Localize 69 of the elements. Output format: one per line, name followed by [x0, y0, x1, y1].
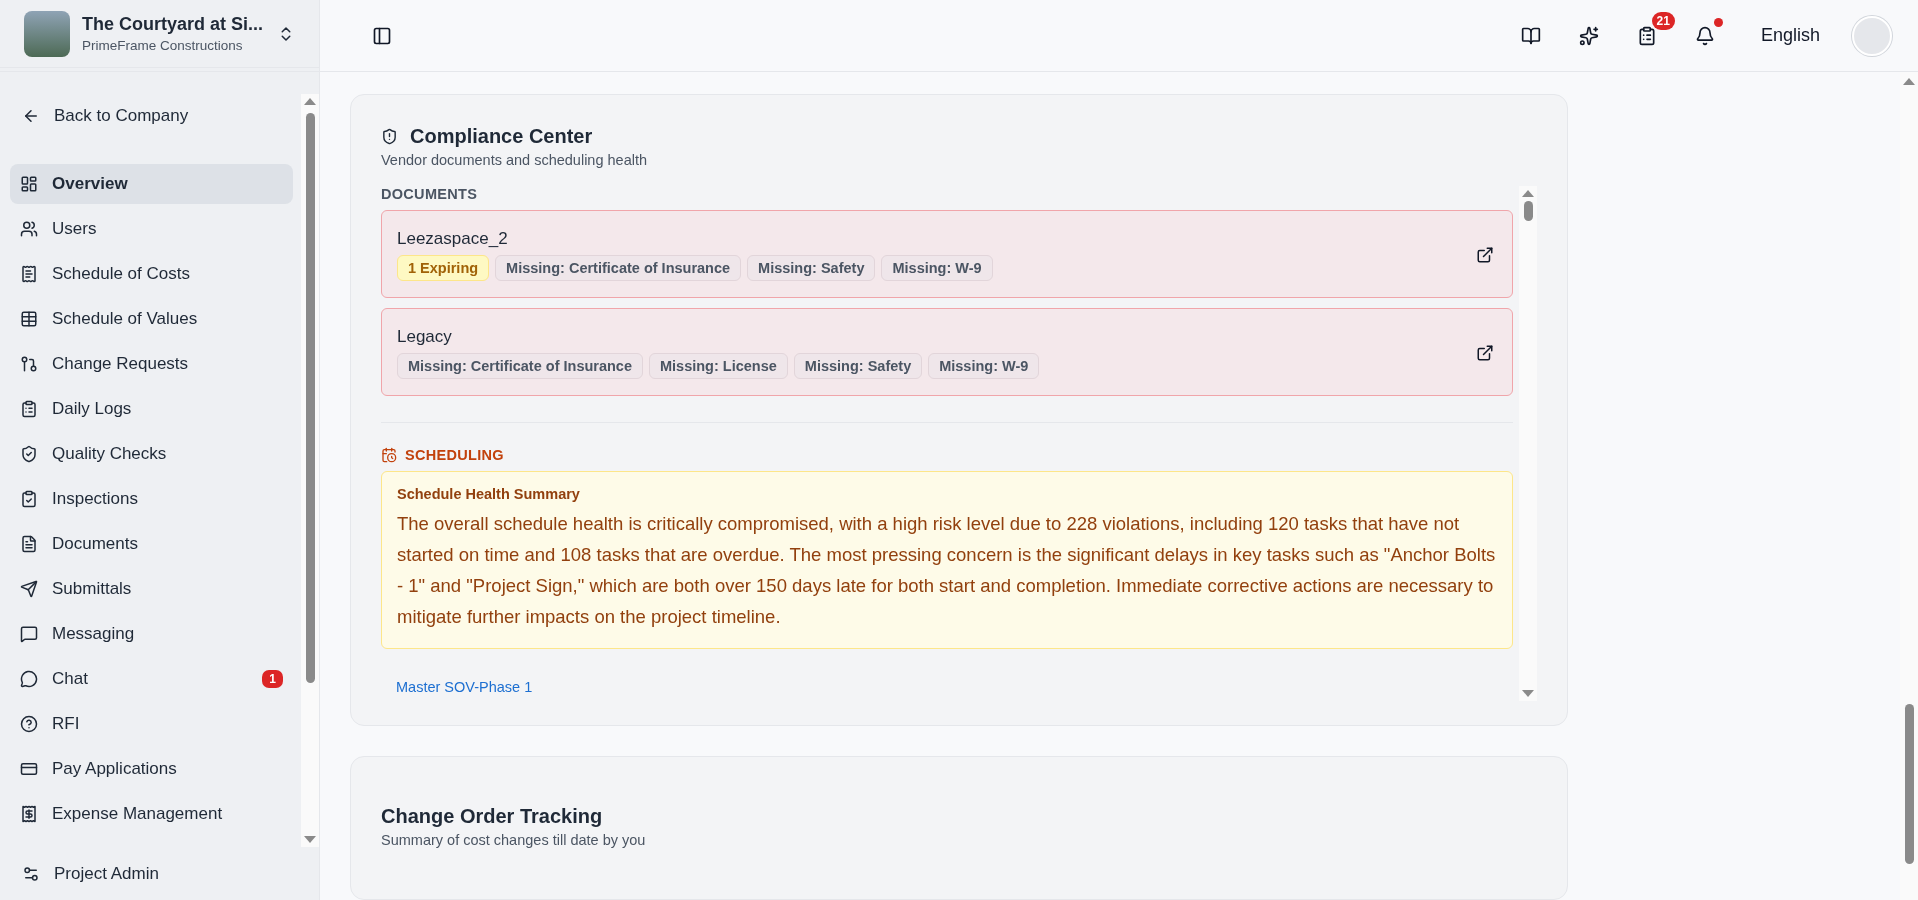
scrollbar[interactable] — [1519, 186, 1537, 701]
vendor-card[interactable]: Leezaspace_2 1 Expiring Missing: Certificate of Insurance Missing: Safety Missing: W-9 — [381, 210, 1513, 298]
nav-icon — [20, 445, 38, 464]
sidebar-item[interactable]: Schedule of Values — [10, 299, 293, 340]
sidebar-item[interactable]: RFI — [10, 704, 293, 745]
nav-icon — [20, 535, 38, 554]
nav-icon — [20, 805, 38, 824]
task-count-badge: 21 — [1651, 11, 1675, 30]
sidebar-item[interactable]: Submittals — [10, 569, 293, 610]
sidebar-item[interactable]: Chat 1 — [10, 659, 293, 700]
card-subtitle: Vendor documents and scheduling health — [381, 152, 649, 168]
sov-link[interactable]: Master SOV-Phase 1 — [396, 679, 1513, 695]
sidebar-item[interactable]: Change Requests — [10, 344, 293, 385]
nav-icon — [20, 715, 38, 734]
language-selector[interactable]: English — [1754, 24, 1826, 47]
nav-icon — [20, 220, 38, 239]
vendor-name: Legacy — [397, 327, 453, 347]
missing-tag: Missing: Safety — [793, 353, 923, 379]
card-subtitle: Summary of cost changes till date by you — [381, 832, 647, 848]
unread-badge: 1 — [262, 670, 283, 689]
nav-icon — [20, 400, 38, 419]
sidebar-item[interactable]: Inspections — [10, 479, 293, 520]
sidebar-item[interactable]: Schedule of Costs — [10, 254, 293, 295]
card-title: Compliance Center — [410, 125, 593, 148]
sidebar-item[interactable]: Documents — [10, 524, 293, 565]
missing-tag: Missing: Certificate of Insurance — [495, 255, 742, 281]
project-photo — [24, 10, 70, 57]
sidebar-item[interactable]: Users — [10, 209, 293, 250]
missing-tag: Missing: W-9 — [928, 353, 1040, 379]
external-link-icon[interactable] — [1476, 344, 1494, 362]
missing-tag: Missing: License — [649, 353, 788, 379]
company-name: PrimeFrame Constructions — [82, 38, 244, 54]
nav-icon — [20, 670, 38, 689]
nav-icon — [20, 355, 38, 374]
section-heading: SCHEDULING — [405, 447, 504, 463]
vendor-name: Leezaspace_2 — [397, 229, 509, 249]
nav-icon — [20, 175, 38, 194]
sidebar-item[interactable]: Messaging — [10, 614, 293, 655]
sidebar-item[interactable]: Pay Applications — [10, 749, 293, 790]
back-link[interactable]: Back to Company — [10, 94, 293, 139]
vendor-card[interactable]: Legacy Missing: Certificate of Insurance Missing: License Missing: Safety Missing: W-9 — [381, 308, 1513, 396]
nav-icon — [20, 580, 38, 599]
external-link-icon[interactable] — [1476, 246, 1494, 264]
expiring-tag: 1 Expiring — [397, 255, 490, 281]
sidebar-item[interactable]: Quality Checks — [10, 434, 293, 475]
book-icon[interactable] — [1520, 25, 1541, 46]
missing-tag: Missing: Certificate of Insurance — [397, 353, 643, 379]
card-title: Change Order Tracking — [381, 805, 604, 828]
summary-title: Schedule Health Summary — [397, 486, 581, 502]
sidebar-item[interactable]: Daily Logs — [10, 389, 293, 430]
nav-icon — [20, 265, 38, 284]
sidebar-item[interactable]: Expense Management — [10, 794, 293, 835]
sliders-icon — [22, 864, 40, 883]
missing-tag: Missing: W-9 — [881, 255, 993, 281]
section-heading: DOCUMENTS — [381, 186, 479, 202]
project-name: The Courtyard at Si... — [82, 14, 265, 36]
shield-icon — [381, 128, 398, 145]
nav-icon — [20, 625, 38, 644]
nav-icon — [20, 310, 38, 329]
sidebar-item[interactable]: Project Admin — [0, 847, 319, 900]
missing-tag: Missing: Safety — [747, 255, 876, 281]
sidebar-item[interactable]: Overview — [10, 164, 293, 205]
sidebar-toggle-icon[interactable] — [372, 25, 392, 46]
bell-icon[interactable] — [1694, 25, 1715, 46]
scrollbar[interactable] — [301, 94, 319, 848]
nav-icon — [20, 490, 38, 509]
sparkles-icon[interactable] — [1578, 25, 1599, 46]
summary-text: The overall schedule health is critically compromised, with a high risk level due to 228 violations, including 120 tasks that have not started on time and 108 tasks that are overdue. The most pressing concern is the significant delays in key tasks such as "Anchor Bolts - 1" and "Project Sign," which are both over 150 days late for both start and completion. Immediate corrective actions are necessary to mitigate further impacts on the project timeline. — [397, 512, 1497, 629]
calendar-clock-icon — [381, 447, 397, 463]
